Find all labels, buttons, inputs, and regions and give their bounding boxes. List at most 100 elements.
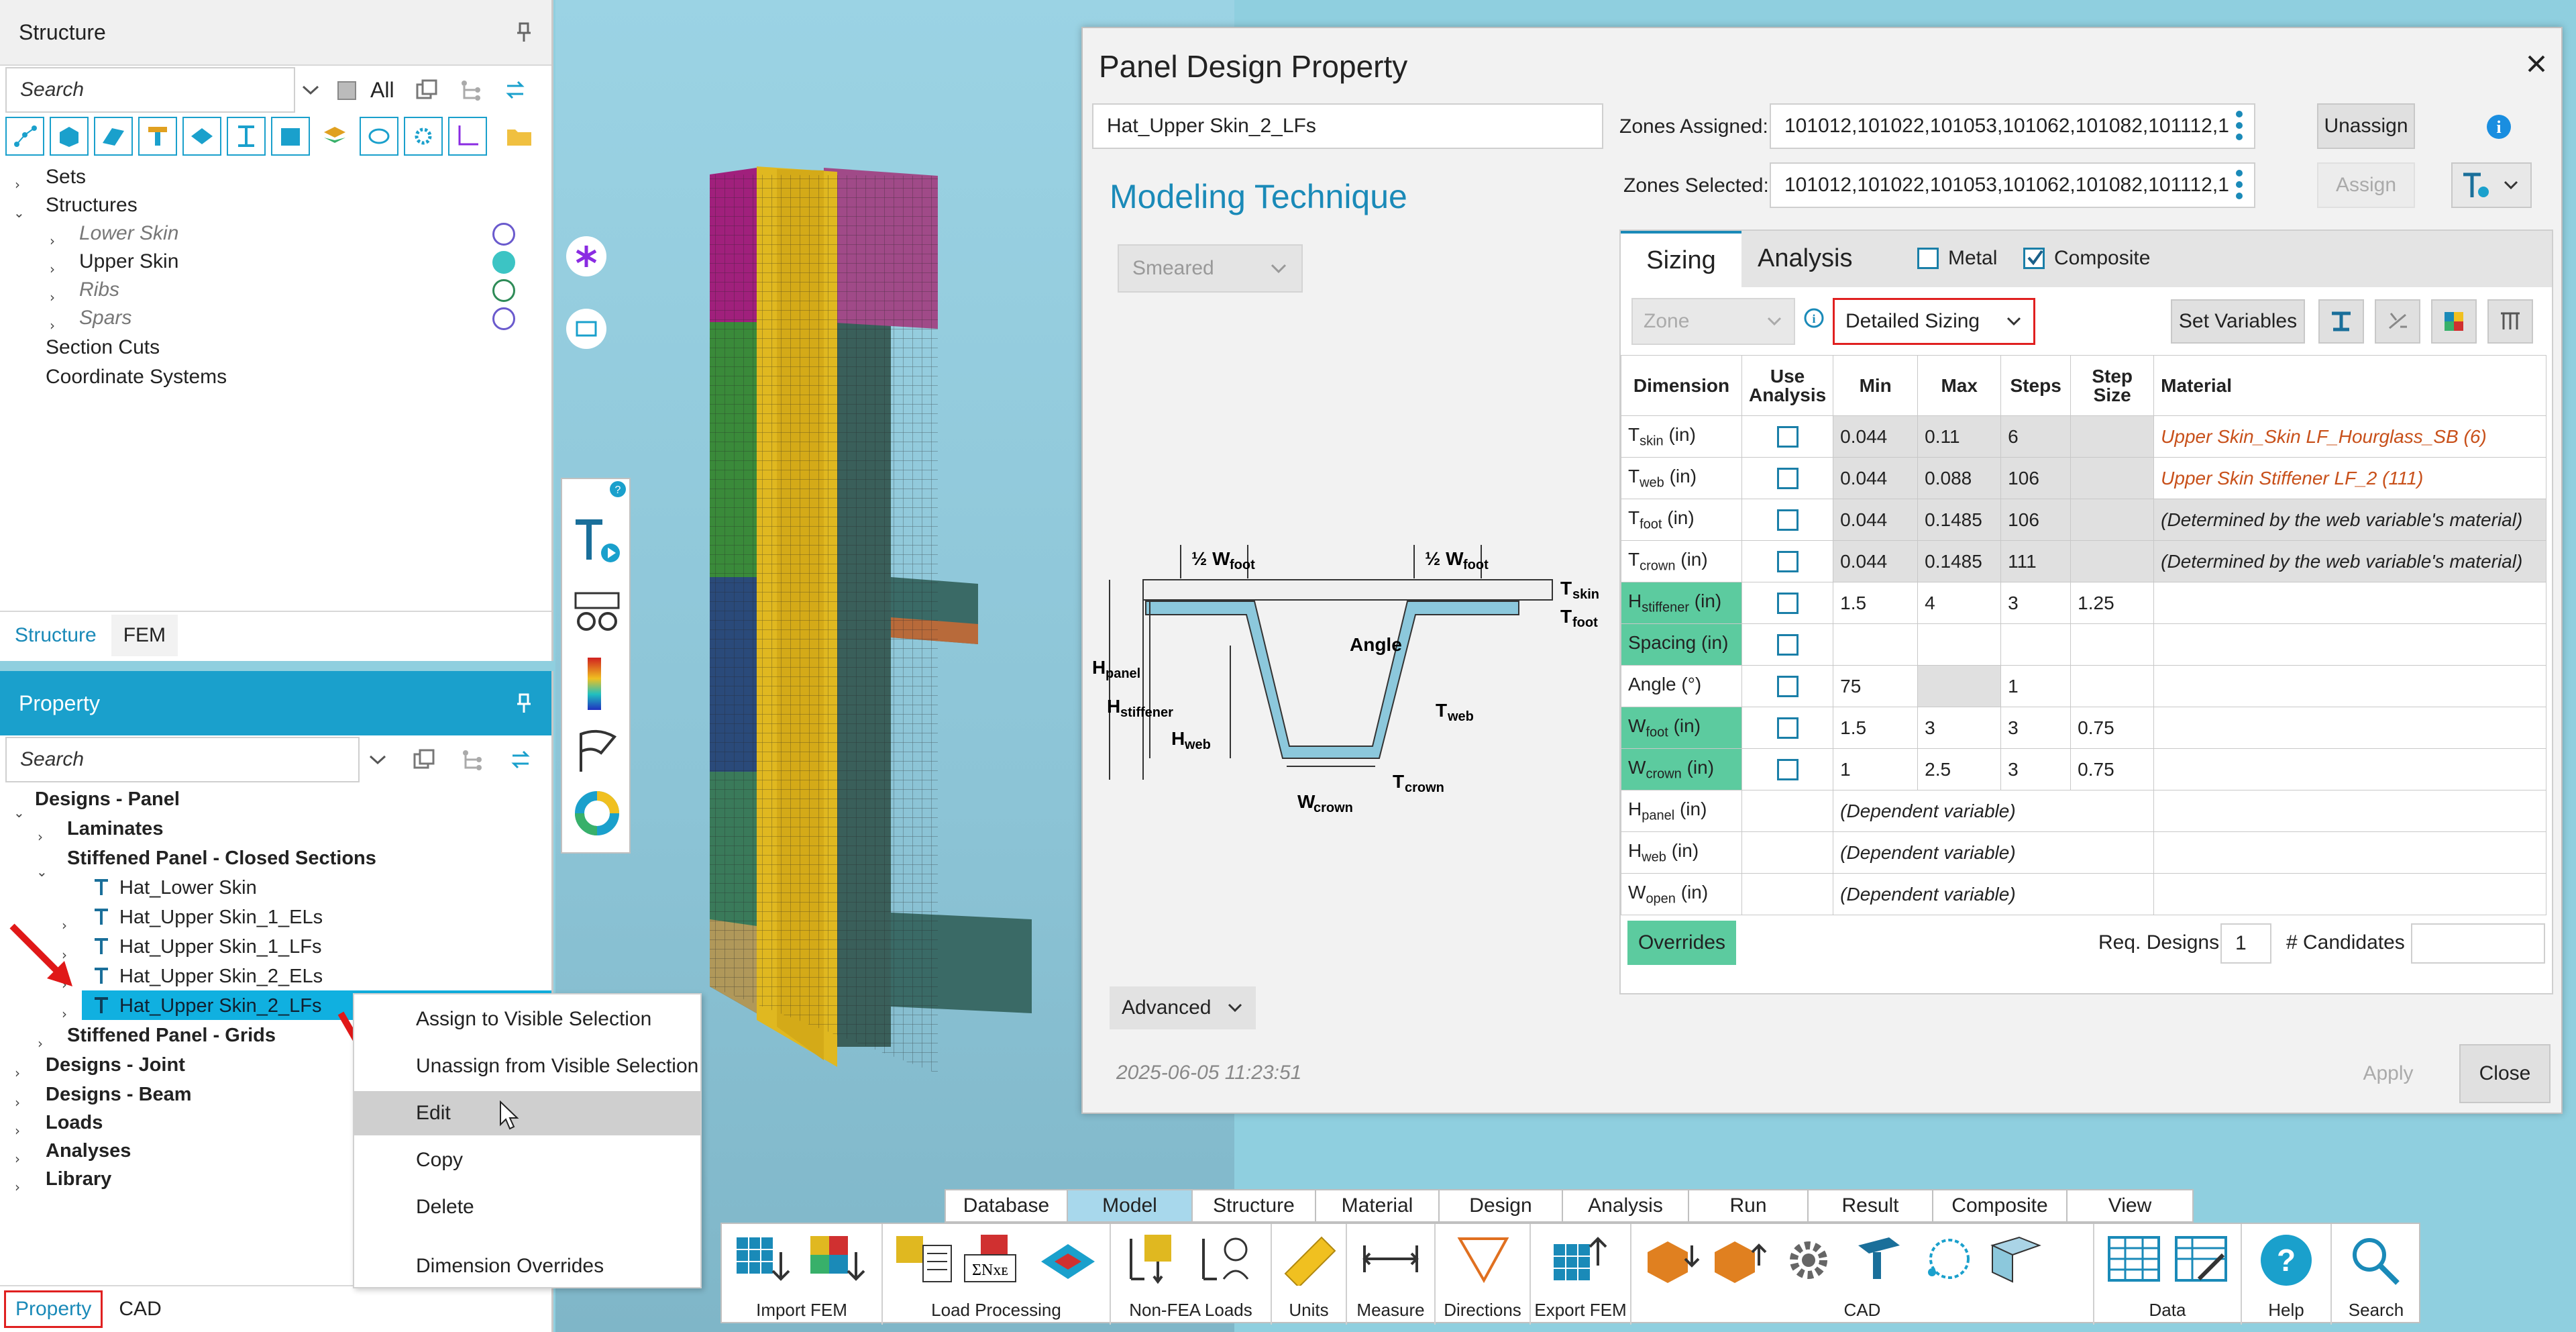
table-row[interactable]: Wfoot (in) 1.5 3 3 0.75 (1621, 707, 2546, 749)
menu-tab-analysis[interactable]: Analysis (1562, 1189, 1689, 1223)
min-cell[interactable]: 1.5 (1833, 707, 1919, 749)
material-cell[interactable] (2153, 707, 2546, 749)
shape-filter-icon[interactable] (360, 117, 398, 156)
ibeam-filter-icon[interactable] (227, 117, 266, 156)
visibility-toggle[interactable] (492, 279, 515, 302)
advanced-dropdown[interactable]: Advanced (1110, 986, 1256, 1029)
step-size-cell[interactable]: 0.75 (2070, 707, 2155, 749)
max-cell[interactable]: 0.1485 (1917, 499, 2002, 541)
table-row[interactable]: Tweb (in) 0.044 0.088 106 Upper Skin Stiffen… (1621, 457, 2546, 499)
step-size-cell[interactable] (2070, 540, 2155, 582)
tree-item-designs-joint[interactable]: Designs - Joint (46, 1051, 185, 1079)
gear-filter-icon[interactable] (404, 117, 443, 156)
steps-cell[interactable]: 3 (2000, 707, 2072, 749)
tree-item-designs-beam[interactable]: Designs - Beam (46, 1080, 192, 1109)
folder-icon[interactable] (504, 123, 534, 150)
menu-item-unassign-visible[interactable]: Unassign from Visible Selection (354, 1044, 700, 1088)
menu-tab-view[interactable]: View (2066, 1189, 2194, 1223)
use-analysis-checkbox[interactable] (1776, 634, 1799, 656)
checkbox[interactable] (1917, 248, 1939, 269)
menu-tab-run[interactable]: Run (1688, 1189, 1809, 1223)
colorbar-icon[interactable] (581, 655, 608, 713)
close-icon[interactable] (2525, 52, 2548, 75)
hat-design-icon[interactable] (572, 515, 623, 566)
material-cell[interactable] (2153, 582, 2546, 624)
min-cell[interactable]: 1 (1833, 748, 1919, 790)
step-size-cell[interactable] (2070, 457, 2155, 499)
tab-cad[interactable]: CAD (103, 1292, 177, 1326)
ribbon-group-cad[interactable]: CAD (1631, 1224, 2094, 1325)
menu-tab-design[interactable]: Design (1438, 1189, 1563, 1223)
zones-assigned-input[interactable]: 101012,101022,101053,101062,101082,10111… (1770, 103, 2255, 149)
checkbox-checked[interactable] (2023, 248, 2045, 269)
tree-item-coordinate-systems[interactable]: Coordinate Systems (46, 363, 227, 391)
ribbon-group-help[interactable]: ? Help (2242, 1224, 2332, 1325)
tab-analysis[interactable]: Analysis (1758, 244, 1853, 273)
sync-icon[interactable] (508, 748, 533, 772)
steps-cell[interactable]: 3 (2000, 582, 2072, 624)
use-analysis-checkbox[interactable] (1776, 468, 1799, 490)
apply-button[interactable]: Apply (2343, 1044, 2434, 1103)
tree-item-designs-panel[interactable]: Designs - Panel (35, 785, 180, 813)
max-cell[interactable]: 3 (1917, 707, 2002, 749)
step-size-cell[interactable] (2070, 665, 2155, 707)
all-filter-button[interactable]: All (370, 78, 394, 103)
min-cell[interactable]: 0.044 (1833, 499, 1919, 541)
pin-icon[interactable] (515, 22, 533, 42)
columns-icon[interactable] (2487, 299, 2533, 344)
menu-tab-structure[interactable]: Structure (1191, 1189, 1316, 1223)
overrides-button[interactable]: Overrides (1627, 921, 1736, 965)
material-cell[interactable]: Upper Skin Stiffener LF_2 (111) (2153, 457, 2546, 499)
material-cell[interactable]: Upper Skin_Skin LF_Hourglass_SB (6) (2153, 415, 2546, 458)
use-analysis-checkbox[interactable] (1776, 593, 1799, 615)
info-icon[interactable]: i (2486, 114, 2512, 140)
tab-property[interactable]: Property (4, 1290, 103, 1328)
menu-item-edit[interactable]: Edit (354, 1091, 700, 1135)
zone-dropdown[interactable]: Zone (1631, 298, 1795, 345)
menu-item-assign-visible[interactable]: Assign to Visible Selection (354, 997, 700, 1041)
table-row[interactable]: Tskin (in) 0.044 0.11 6 Upper Skin_Skin LF_H… (1621, 415, 2546, 458)
material-cell[interactable]: (Determined by the web variable's materi… (2153, 540, 2546, 582)
max-cell[interactable]: 0.088 (1917, 457, 2002, 499)
tree-item-spars[interactable]: Spars (79, 304, 131, 332)
beam-filter-icon[interactable] (138, 117, 177, 156)
use-analysis-checkbox[interactable] (1776, 509, 1799, 531)
tree-item-hat-upper-1-lfs[interactable]: Hat_Upper Skin_1_LFs (119, 933, 321, 961)
more-options-icon[interactable] (2235, 110, 2243, 141)
plate-filter-icon[interactable] (182, 117, 221, 156)
set-variables-button[interactable]: Set Variables (2171, 299, 2305, 344)
unassign-button[interactable]: Unassign (2317, 103, 2415, 149)
tree-item-hat-upper-2-lfs[interactable]: Hat_Upper Skin_2_LFs (119, 992, 321, 1020)
composite-checkbox[interactable]: Composite (2023, 247, 2150, 270)
pin-icon[interactable] (515, 693, 533, 713)
table-row[interactable]: Wcrown (in) 1 2.5 3 0.75 (1621, 748, 2546, 790)
zone-tool-dropdown[interactable] (2451, 162, 2532, 208)
snap-toggle-button[interactable] (566, 236, 606, 276)
menu-item-dimension-overrides[interactable]: Dimension Overrides (354, 1244, 700, 1288)
use-analysis-checkbox[interactable] (1776, 717, 1799, 739)
window-toggle-button[interactable] (566, 309, 606, 349)
visibility-toggle[interactable] (492, 307, 515, 330)
use-analysis-checkbox[interactable] (1776, 551, 1799, 573)
steps-cell[interactable]: 6 (2000, 415, 2072, 458)
max-cell[interactable] (1917, 623, 2002, 666)
tree-item-hat-lower-skin[interactable]: Hat_Lower Skin (119, 874, 257, 902)
axes-filter-icon[interactable] (448, 117, 487, 156)
more-options-icon[interactable] (2235, 169, 2243, 200)
material-cell[interactable] (2153, 665, 2546, 707)
property-search-input[interactable]: Search (5, 737, 360, 782)
box-filter-icon[interactable] (271, 117, 310, 156)
ribbon-group-measure[interactable]: Measure (1347, 1224, 1436, 1325)
min-cell[interactable]: 0.044 (1833, 457, 1919, 499)
min-cell[interactable]: 0.044 (1833, 415, 1919, 458)
menu-tab-database[interactable]: Database (945, 1189, 1068, 1223)
menu-tab-composite[interactable]: Composite (1932, 1189, 2068, 1223)
table-row[interactable]: Hstiffener (in) 1.5 4 3 1.25 (1621, 582, 2546, 624)
table-row[interactable]: Tcrown (in) 0.044 0.1485 111 (Determined by … (1621, 540, 2546, 582)
max-cell[interactable] (1917, 665, 2002, 707)
tree-item-upper-skin[interactable]: Upper Skin (79, 248, 178, 276)
tree-item-stiffened-grids[interactable]: Stiffened Panel - Grids (67, 1021, 276, 1049)
formula-icon[interactable] (2375, 299, 2420, 344)
solid-filter-icon[interactable] (50, 117, 89, 156)
tree-item-analyses[interactable]: Analyses (46, 1137, 131, 1165)
